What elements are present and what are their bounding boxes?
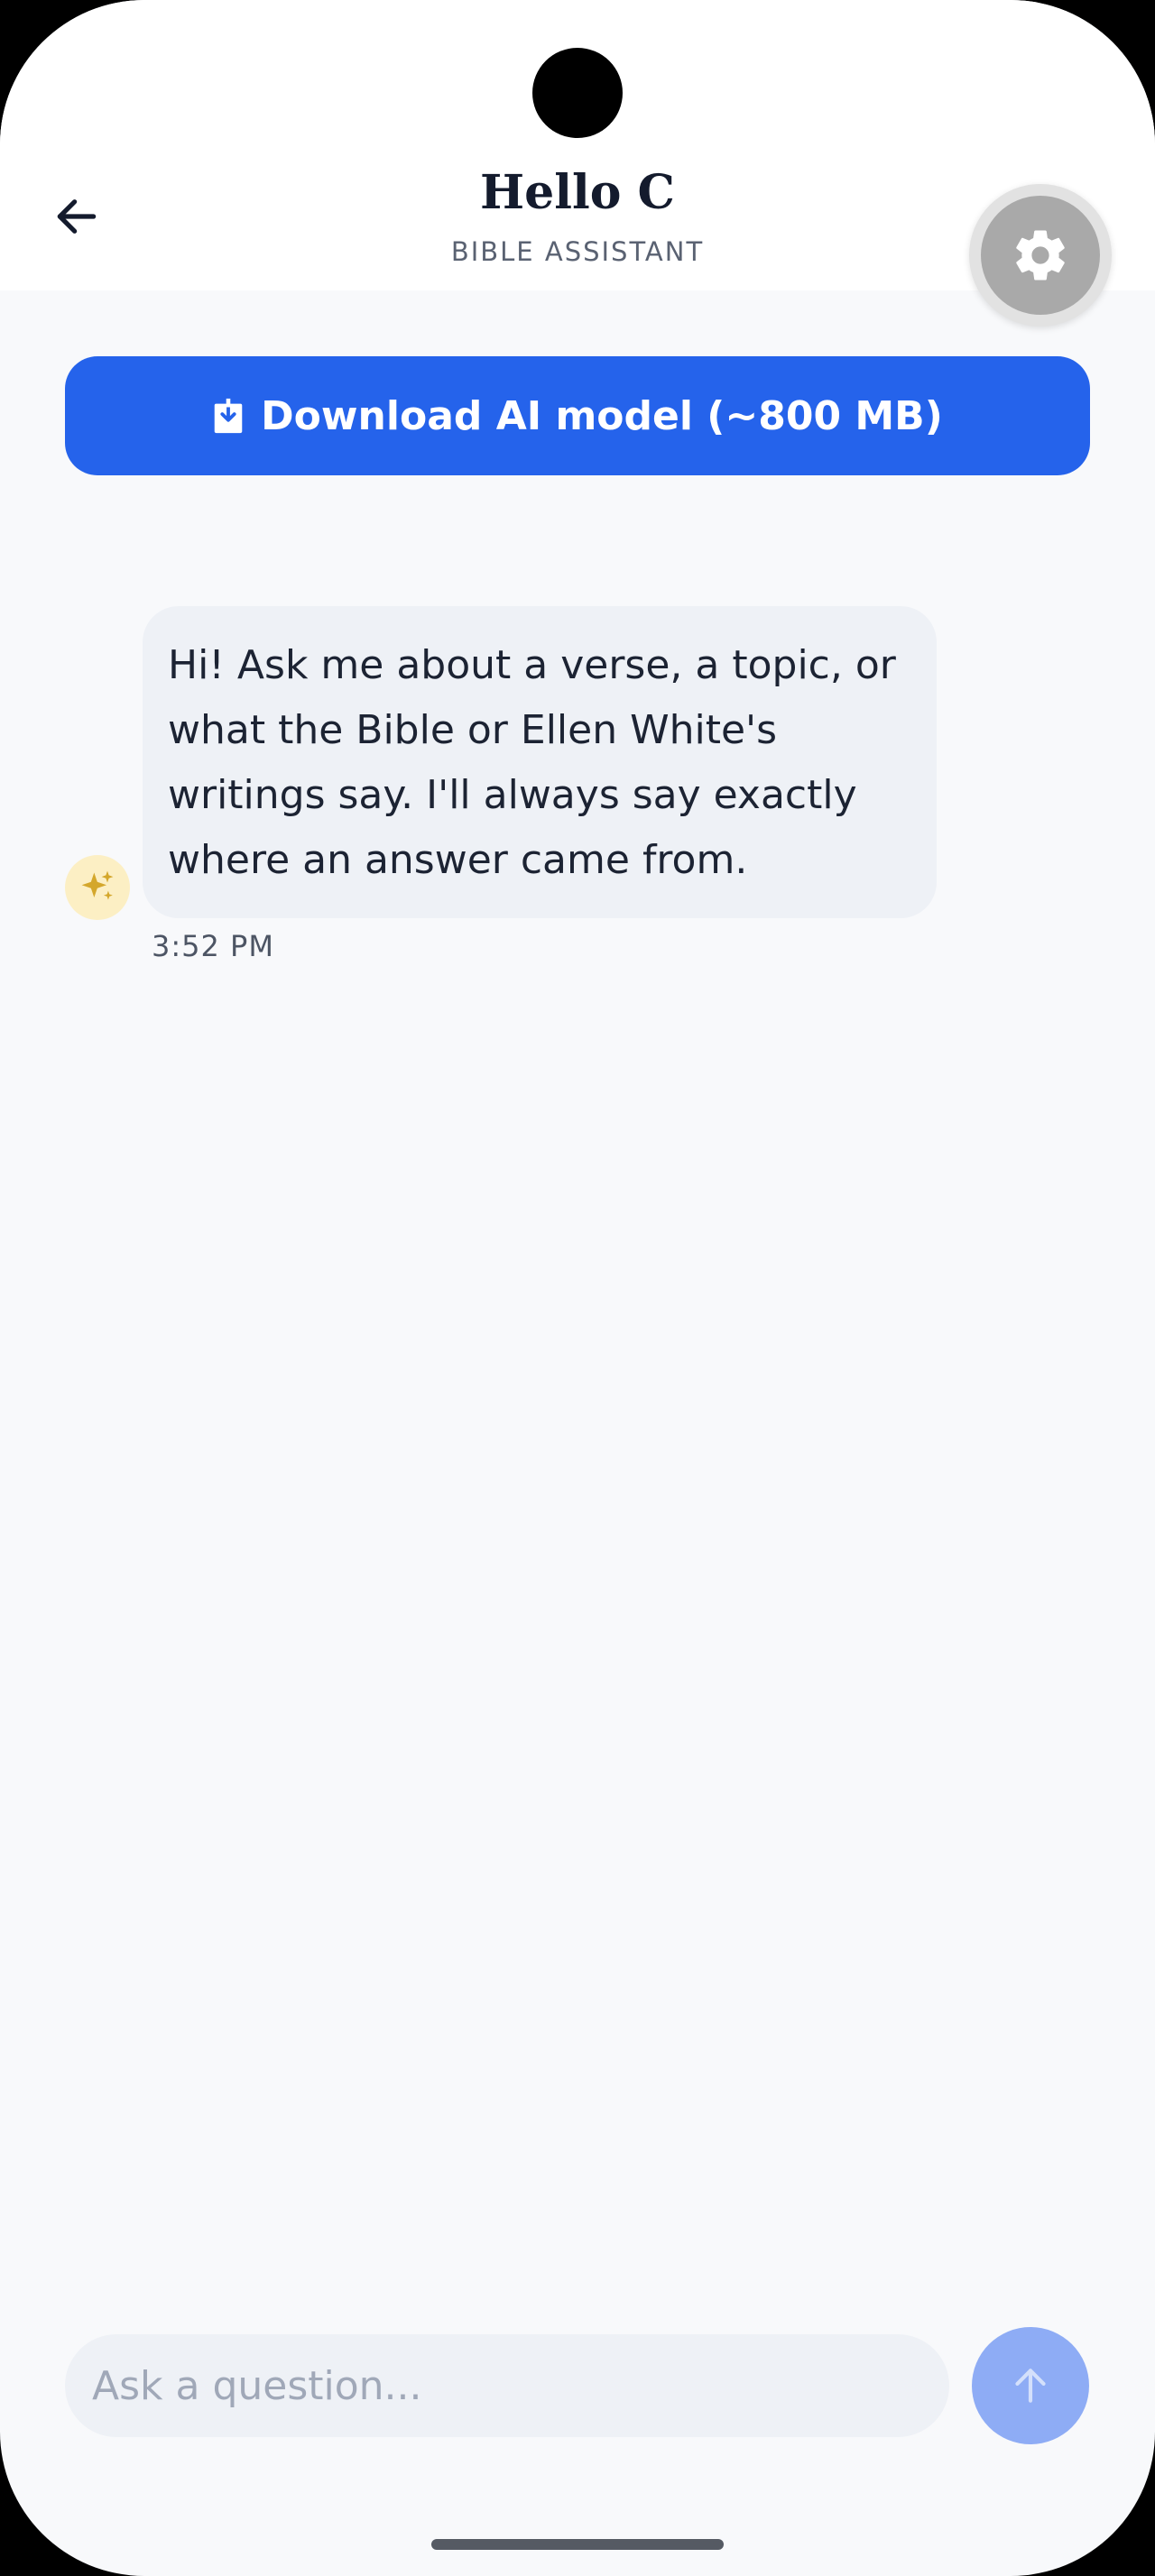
question-input[interactable] — [65, 2334, 949, 2437]
settings-button[interactable] — [981, 196, 1100, 315]
assistant-message-text: Hi! Ask me about a verse, a topic, or wh… — [168, 642, 896, 883]
message-timestamp: 3:52 PM — [152, 929, 274, 963]
assistant-avatar — [65, 855, 130, 920]
home-indicator[interactable] — [431, 2539, 724, 2550]
assistant-message-bubble: Hi! Ask me about a verse, a topic, or wh… — [143, 606, 937, 918]
arrow-up-icon — [1015, 2369, 1046, 2403]
app-screen: Hello C BIBLE ASSISTANT Download AI mode… — [0, 0, 1155, 2576]
settings-fab-ring — [969, 184, 1112, 327]
gear-icon — [1016, 230, 1065, 281]
camera-cutout — [532, 48, 623, 138]
page-title: Hello C — [480, 165, 675, 220]
send-button[interactable] — [972, 2327, 1089, 2444]
download-icon — [214, 398, 243, 434]
sparkles-icon — [81, 870, 114, 900]
download-model-label: Download AI model (~800 MB) — [261, 392, 943, 439]
download-model-button[interactable]: Download AI model (~800 MB) — [65, 356, 1090, 475]
